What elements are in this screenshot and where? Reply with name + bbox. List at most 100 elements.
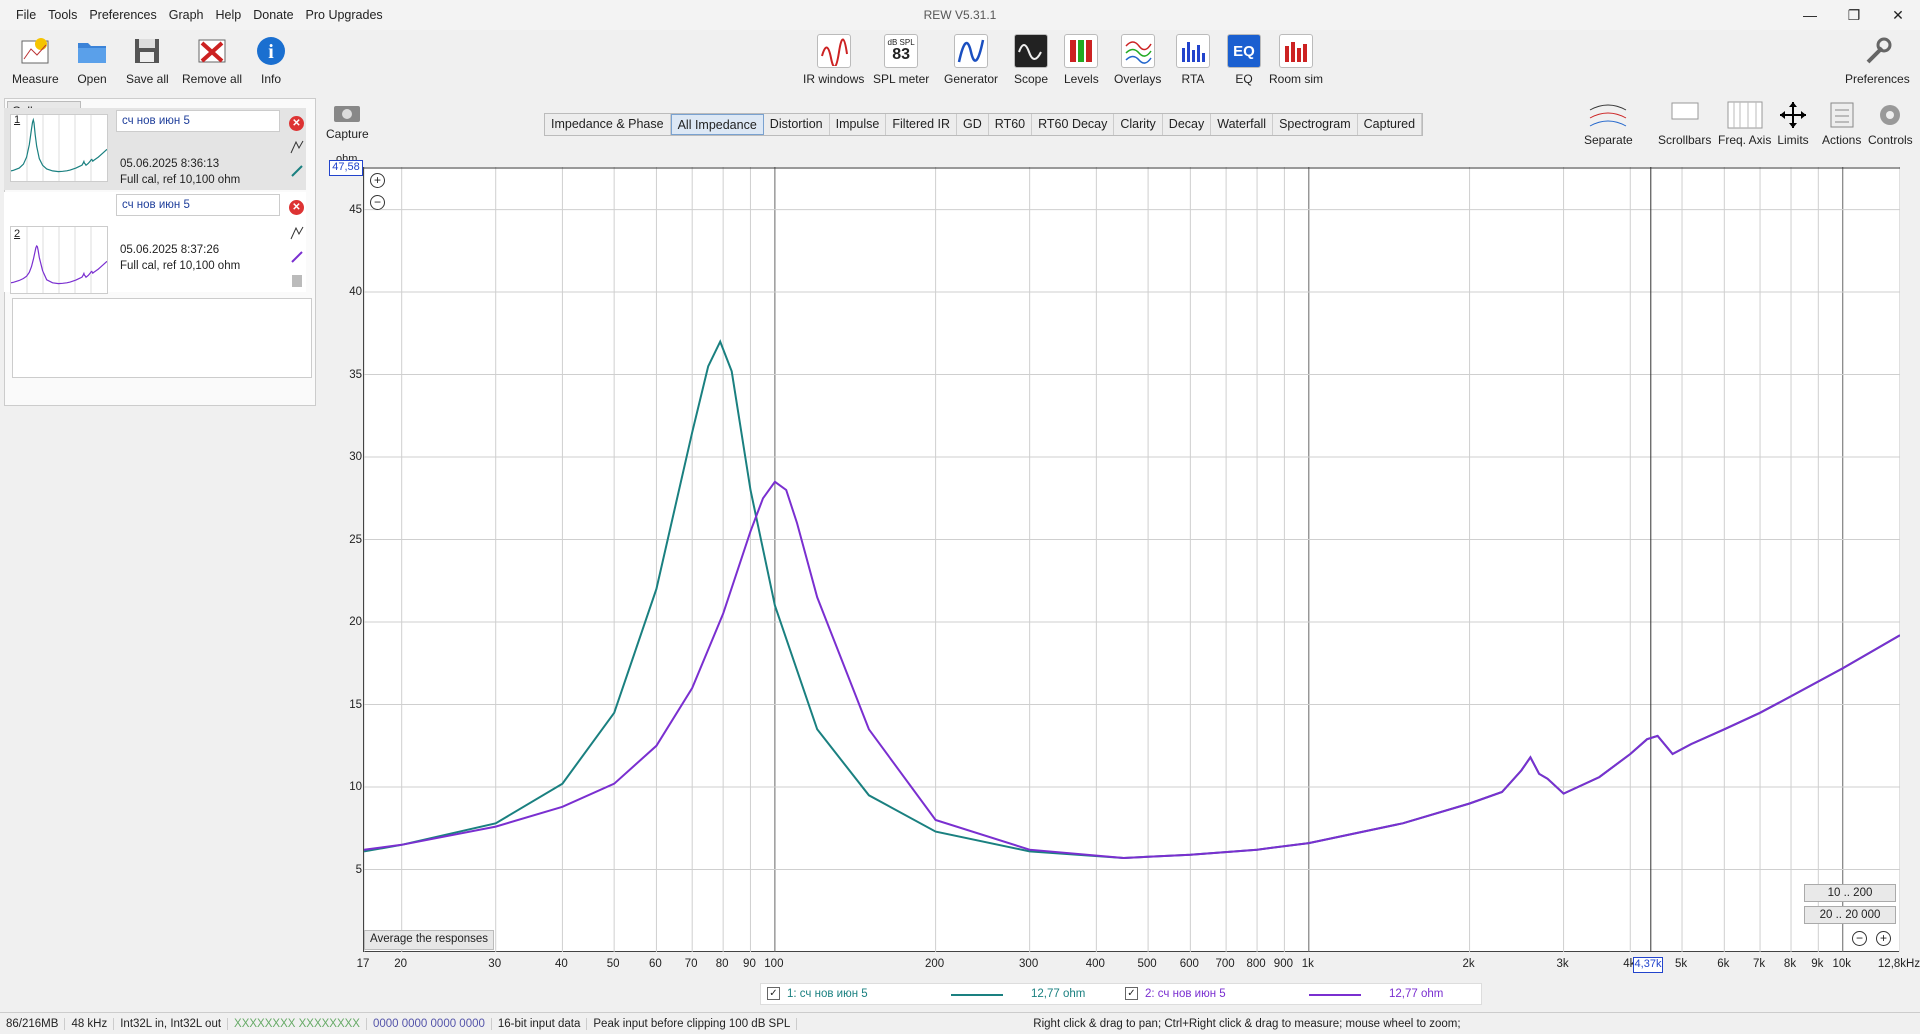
x-tick-label: 17 xyxy=(356,958,370,970)
series-1-value: 12,77 ohm xyxy=(1031,988,1086,1000)
actions-button[interactable]: Actions xyxy=(1822,100,1861,147)
info-icon: i xyxy=(254,34,288,68)
x-tick-label: 800 xyxy=(1246,958,1266,970)
separate-icon xyxy=(1588,100,1628,133)
measurement-item-1[interactable]: 1 20 сч нов июн 5 05.06.2025 8:36:13 Ful… xyxy=(4,108,306,205)
info-button[interactable]: i Info xyxy=(254,34,288,86)
range-10-200-button[interactable]: 10 .. 200 xyxy=(1804,884,1896,902)
tab-filtered-ir[interactable]: Filtered IR xyxy=(886,114,958,135)
preferences-button[interactable]: Preferences xyxy=(1845,34,1910,86)
save-all-button[interactable]: Save all xyxy=(126,34,169,86)
menu-graph[interactable]: Graph xyxy=(163,8,210,22)
x-tick-label: 9k xyxy=(1811,958,1824,970)
zoom-in-y-icon[interactable]: + xyxy=(370,173,385,188)
x-tick-label: 80 xyxy=(715,958,729,970)
tab-distortion[interactable]: Distortion xyxy=(764,114,830,135)
measure-button[interactable]: Measure xyxy=(12,34,59,86)
tab-spectrogram[interactable]: Spectrogram xyxy=(1273,114,1358,135)
menu-preferences[interactable]: Preferences xyxy=(83,8,162,22)
room-sim-button[interactable]: Room sim xyxy=(1269,34,1323,86)
menu-tools[interactable]: Tools xyxy=(42,8,83,22)
levels-icon xyxy=(1064,34,1099,68)
separate-button[interactable]: Separate xyxy=(1584,100,1633,147)
wrench-icon xyxy=(1860,34,1894,68)
remove-all-button[interactable]: Remove all xyxy=(182,34,242,86)
measurement-name-field[interactable]: сч нов июн 5 xyxy=(116,110,280,132)
tab-rt60-decay[interactable]: RT60 Decay xyxy=(1032,114,1115,135)
x-tick-label: 200 xyxy=(925,958,945,970)
capture-button[interactable]: Capture xyxy=(326,100,369,141)
freq-axis-button[interactable]: Freq. Axis xyxy=(1718,100,1771,147)
tab-impedance-phase[interactable]: Impedance & Phase xyxy=(545,114,671,135)
delete-measurement-icon[interactable]: ✕ xyxy=(289,200,304,215)
zoom-out-x-icon[interactable]: − xyxy=(1852,931,1867,946)
export-icon[interactable] xyxy=(290,226,304,240)
scrollbars-button[interactable]: Scrollbars xyxy=(1658,100,1711,147)
zoom-in-x-icon[interactable]: + xyxy=(1876,931,1891,946)
export-icon[interactable] xyxy=(290,140,304,154)
line-color-icon[interactable] xyxy=(290,250,304,264)
tab-gd[interactable]: GD xyxy=(957,114,989,135)
measure-icon xyxy=(18,34,52,68)
zoom-out-y-icon[interactable]: − xyxy=(370,195,385,210)
tab-waterfall[interactable]: Waterfall xyxy=(1211,114,1274,135)
maximize-button[interactable]: ❐ xyxy=(1832,0,1876,30)
cursor-y-readout: 47,58 xyxy=(329,160,363,176)
ir-windows-button[interactable]: IR windows xyxy=(803,34,864,86)
menu-file[interactable]: File xyxy=(10,8,42,22)
x-tick-label: 90 xyxy=(743,958,756,970)
x-tick-label: 2k xyxy=(1462,958,1475,970)
tab-impulse[interactable]: Impulse xyxy=(830,114,887,135)
y-tick-label: 45 xyxy=(349,203,362,216)
rta-button[interactable]: RTA xyxy=(1176,34,1210,86)
x-tick-label: 70 xyxy=(684,958,698,970)
measurement-date: 05.06.2025 8:37:26 xyxy=(120,244,220,256)
minimize-button[interactable]: — xyxy=(1788,0,1832,30)
graph-tabs: Impedance & Phase All Impedance Distortion… xyxy=(544,113,1424,136)
tab-all-impedance[interactable]: All Impedance xyxy=(670,114,764,135)
notes-icon[interactable] xyxy=(290,274,304,288)
generator-button[interactable]: Generator xyxy=(944,34,998,86)
open-button[interactable]: Open xyxy=(75,34,109,86)
scope-button[interactable]: Scope xyxy=(1014,34,1048,86)
menu-bar: File Tools Preferences Graph Help Donate… xyxy=(10,8,389,22)
measurement-item-2[interactable]: 2 сч нов июн 5 05.06.2025 8:37:26 Full c… xyxy=(4,192,306,294)
sample-rate: 48 kHz xyxy=(65,1017,115,1030)
freq-axis-icon xyxy=(1726,100,1764,133)
overlays-button[interactable]: Overlays xyxy=(1114,34,1161,86)
tab-decay[interactable]: Decay xyxy=(1163,114,1212,135)
menu-pro-upgrades[interactable]: Pro Upgrades xyxy=(300,8,389,22)
close-window-button[interactable]: ✕ xyxy=(1876,0,1920,30)
delete-measurement-icon[interactable]: ✕ xyxy=(289,116,304,131)
tab-clarity[interactable]: Clarity xyxy=(1114,114,1163,135)
levels-button[interactable]: Levels xyxy=(1064,34,1099,86)
limits-button[interactable]: Limits xyxy=(1776,100,1810,147)
notes-area[interactable] xyxy=(12,298,312,378)
spl-meter-button[interactable]: dB SPL 83 SPL meter xyxy=(873,34,929,86)
x-tick-label: 10k xyxy=(1832,958,1852,970)
x-tick-label: 300 xyxy=(1019,958,1039,970)
series-1-checkbox[interactable]: ✓ xyxy=(767,987,780,1000)
menu-donate[interactable]: Donate xyxy=(247,8,299,22)
y-tick-label: 25 xyxy=(349,533,362,546)
tab-captured[interactable]: Captured xyxy=(1358,114,1423,135)
x-tick-label: 700 xyxy=(1215,958,1235,970)
measurement-description: Full cal, ref 10,100 ohm xyxy=(120,174,241,186)
line-color-icon[interactable] xyxy=(290,164,304,178)
measurement-name-field[interactable]: сч нов июн 5 xyxy=(116,194,280,216)
menu-help[interactable]: Help xyxy=(210,8,248,22)
memory-usage: 86/216MB xyxy=(0,1017,66,1030)
controls-button[interactable]: Controls xyxy=(1868,100,1913,147)
main-toolbar: Measure Open Save all Remove all i Info … xyxy=(0,30,1920,90)
title-bar: File Tools Preferences Graph Help Donate… xyxy=(0,0,1920,30)
x-tick-label: 40 xyxy=(555,958,568,970)
impedance-chart xyxy=(363,167,1901,952)
average-responses-button[interactable]: Average the responses xyxy=(364,930,495,950)
eq-button[interactable]: EQ EQ xyxy=(1227,34,1261,86)
tab-rt60[interactable]: RT60 xyxy=(989,114,1033,135)
impedance-plot[interactable] xyxy=(363,167,1901,952)
series-2-checkbox[interactable]: ✓ xyxy=(1125,987,1138,1000)
status-bar: 86/216MB 48 kHz Int32L in, Int32L out XX… xyxy=(0,1012,1920,1034)
limits-arrows-icon xyxy=(1776,100,1810,133)
range-20-20000-button[interactable]: 20 .. 20 000 xyxy=(1804,906,1896,924)
